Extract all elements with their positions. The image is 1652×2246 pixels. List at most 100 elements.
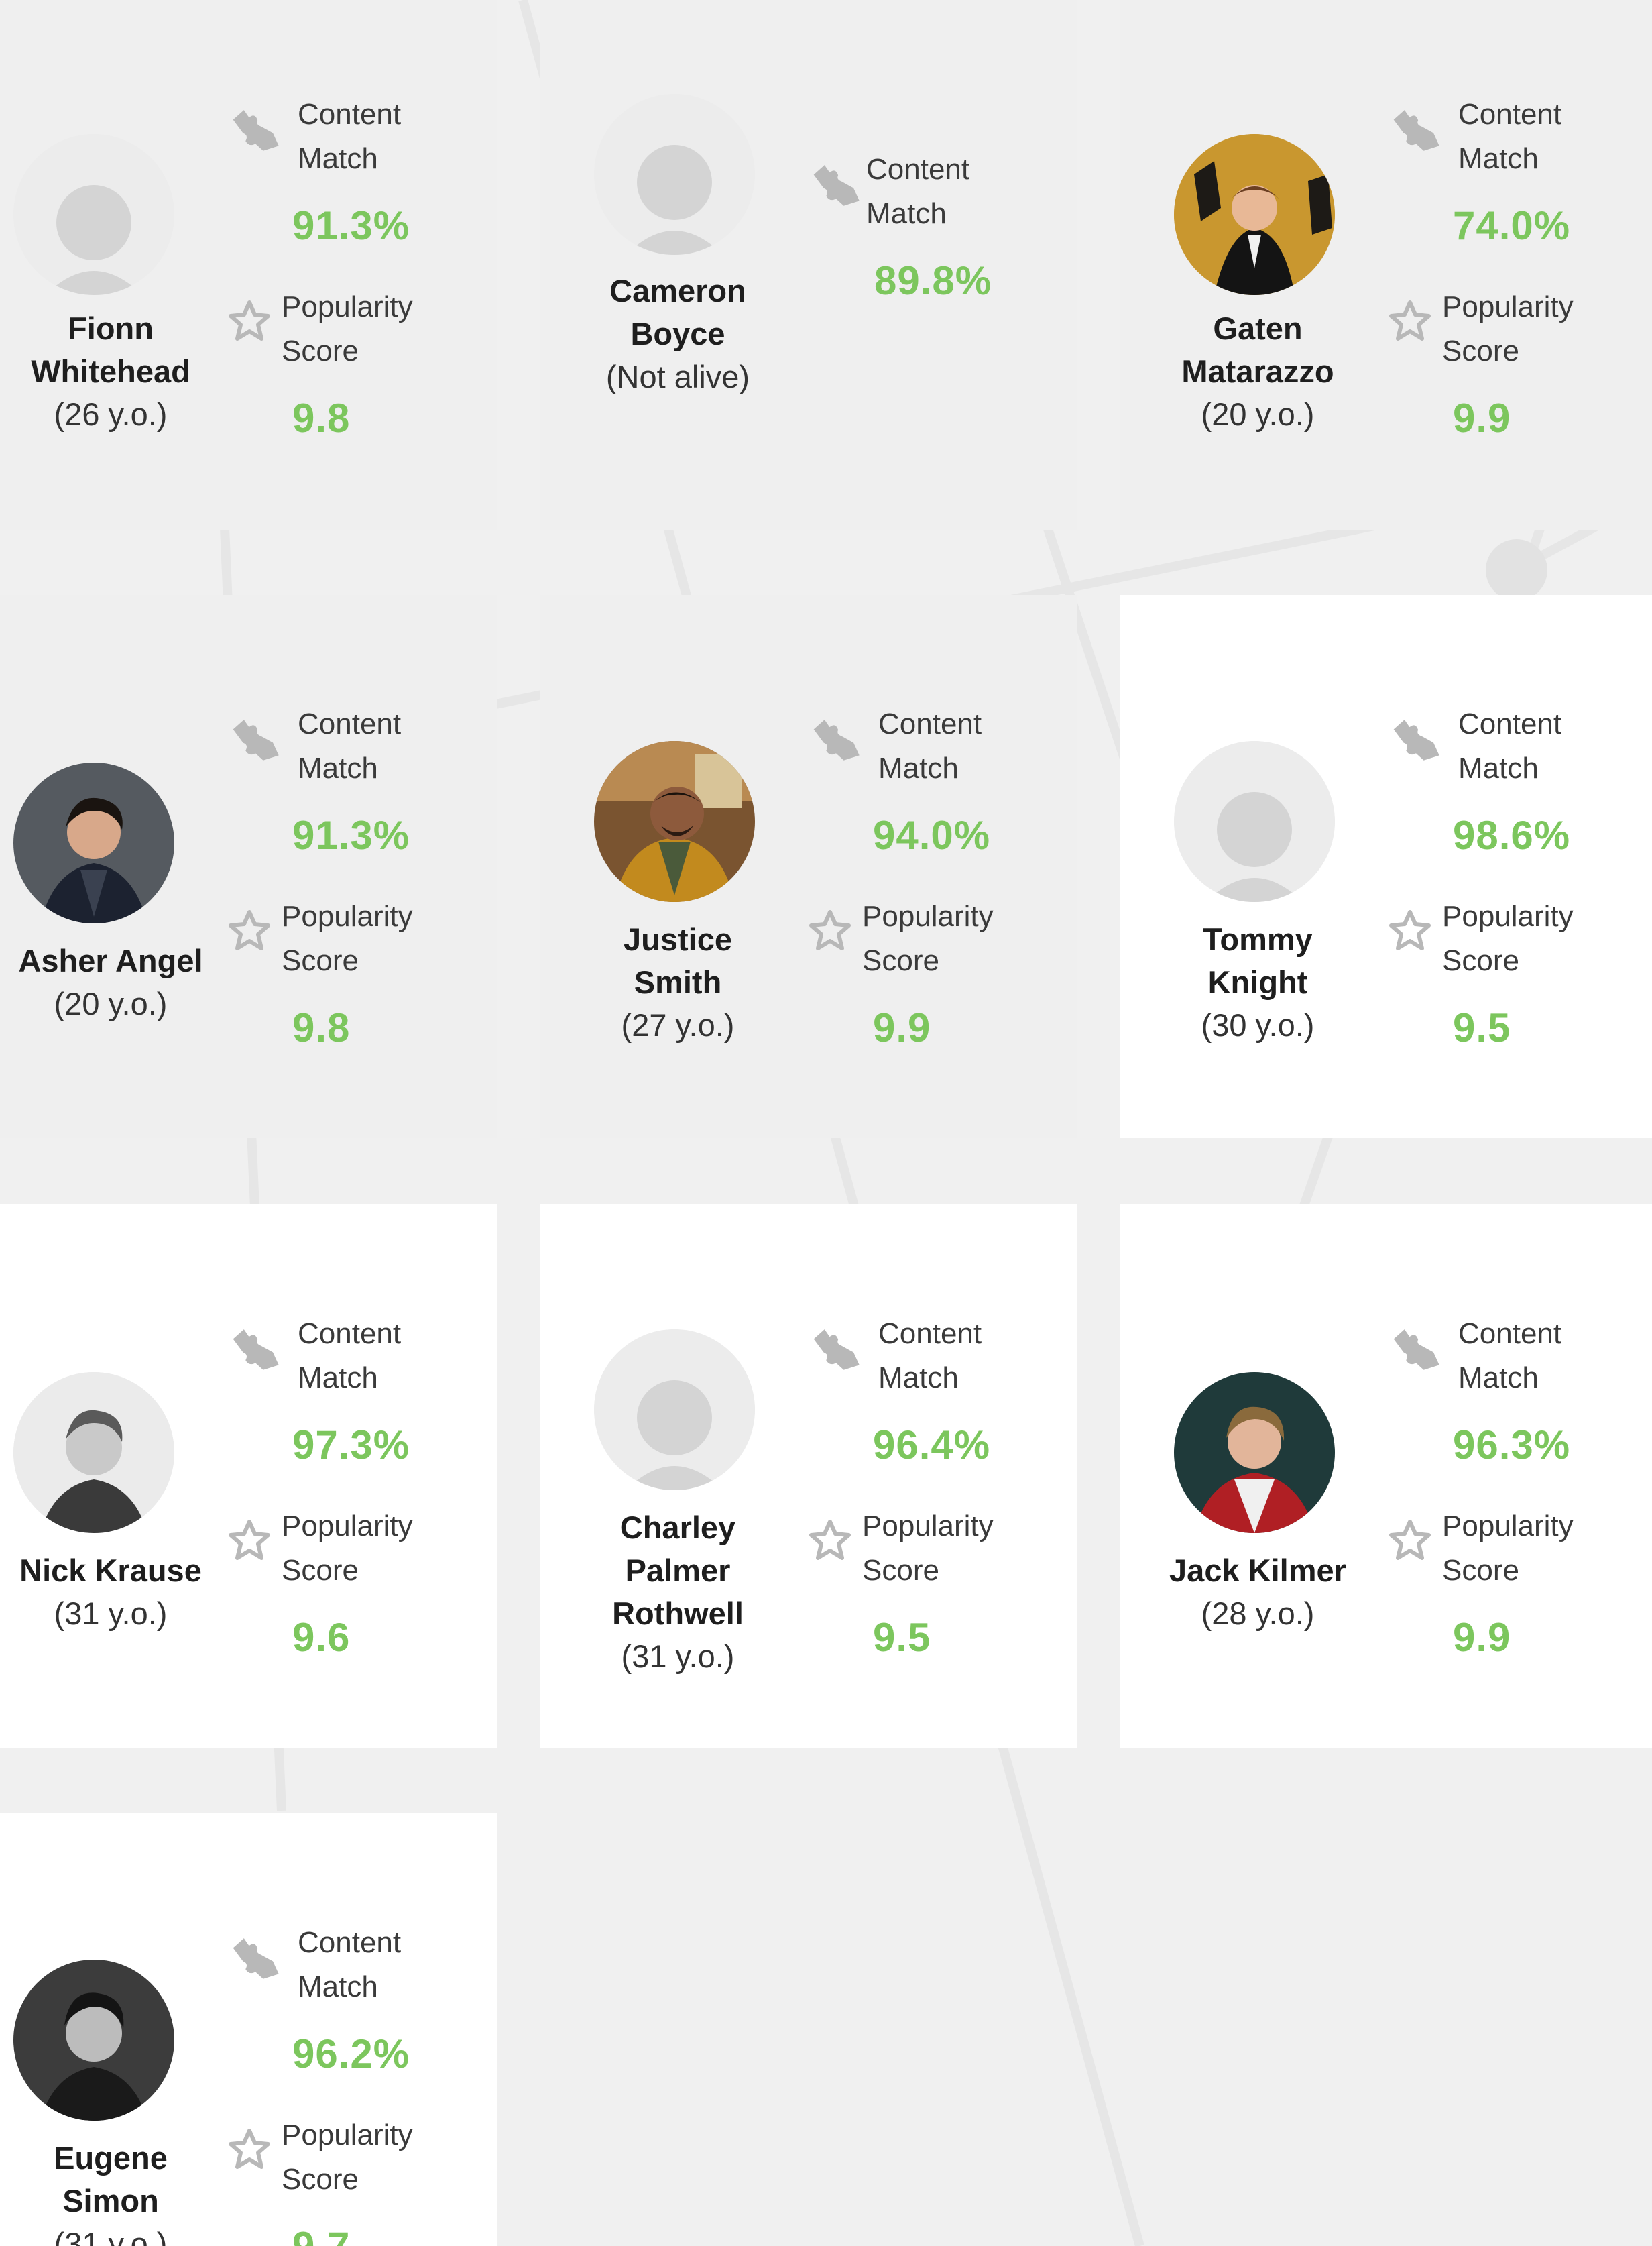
actor-age: (30 y.o.) — [1201, 1007, 1315, 1043]
actor-card[interactable]: Gaten Matarazzo (20 y.o.) Content Match 7… — [1120, 0, 1652, 530]
actor-name[interactable]: Fionn — [0, 307, 221, 350]
content-match-value: 96.2% — [292, 2031, 410, 2076]
metric-label: Match — [1458, 1361, 1539, 1394]
actor-name[interactable]: Nick Krause — [0, 1549, 221, 1592]
actor-name[interactable]: Boyce — [560, 313, 795, 355]
actor-card[interactable]: Tommy Knight (30 y.o.) Content Match 98.6… — [1120, 595, 1652, 1138]
popularity-value: 9.6 — [292, 1615, 351, 1660]
actor-age: (27 y.o.) — [621, 1007, 735, 1043]
puzzle-piece-icon — [1393, 720, 1439, 761]
star-badge-icon — [229, 2129, 270, 2169]
actor-info: Tommy Knight (30 y.o.) — [1147, 918, 1368, 1047]
content-match-value: 91.3% — [292, 813, 410, 858]
popularity-value: 9.7 — [292, 2223, 350, 2246]
actor-card[interactable]: Jack Kilmer (28 y.o.) Content Match 96.3%… — [1120, 1204, 1652, 1748]
actor-card[interactable]: Asher Angel (20 y.o.) Content Match 91.3%… — [0, 595, 497, 1138]
star-badge-icon — [1389, 300, 1431, 341]
puzzle-piece-icon — [813, 720, 860, 761]
metric-label: Content — [878, 1317, 982, 1350]
actor-photo — [1174, 1372, 1335, 1533]
actor-name[interactable]: Rothwell — [560, 1592, 795, 1635]
content-match-value: 96.4% — [873, 1422, 991, 1467]
actor-info: Asher Angel (20 y.o.) — [0, 940, 221, 1025]
star-badge-icon — [809, 1520, 851, 1560]
actor-name[interactable]: Cameron — [560, 270, 795, 313]
actor-name[interactable]: Justice — [560, 918, 795, 961]
actor-name[interactable]: Asher Angel — [0, 940, 221, 982]
popularity-value: 9.5 — [873, 1615, 931, 1660]
placeholder-avatar — [13, 134, 174, 295]
content-match-value: 97.3% — [292, 1422, 410, 1467]
actor-photo — [13, 763, 174, 923]
content-match-value: 94.0% — [873, 813, 991, 858]
popularity-value: 9.5 — [1453, 1005, 1511, 1050]
puzzle-piece-icon — [813, 165, 860, 206]
actor-name[interactable]: Jack Kilmer — [1147, 1549, 1368, 1592]
actor-age: (20 y.o.) — [54, 986, 168, 1021]
metric-label: Content — [298, 98, 402, 131]
actor-age: (31 y.o.) — [54, 1595, 168, 1631]
actor-name[interactable]: Palmer — [560, 1549, 795, 1592]
actor-card[interactable]: Justice Smith (27 y.o.) Content Match 94.… — [540, 595, 1077, 1138]
actor-name[interactable]: Eugene — [0, 2137, 221, 2180]
actor-card[interactable]: Fionn Whitehead (26 y.o.) Content Match 9… — [0, 0, 497, 530]
actor-age: (28 y.o.) — [1201, 1595, 1315, 1631]
metric-label: Match — [298, 1361, 378, 1394]
metric-label: Score — [1442, 944, 1519, 977]
actor-name[interactable]: Knight — [1147, 961, 1368, 1004]
metric-label: Content — [298, 708, 402, 740]
metric-label: Popularity — [1442, 1510, 1574, 1542]
actor-name[interactable]: Matarazzo — [1147, 350, 1368, 393]
actor-name[interactable]: Simon — [0, 2180, 221, 2223]
metric-label: Match — [878, 1361, 959, 1394]
popularity-value: 9.8 — [292, 396, 351, 441]
metric-label: Popularity — [282, 1510, 413, 1542]
actor-info: Eugene Simon (31 y.o.) — [0, 2137, 221, 2246]
metric-label: Popularity — [282, 900, 413, 933]
content-match-value: 74.0% — [1453, 203, 1571, 248]
actor-name[interactable]: Charley — [560, 1506, 795, 1549]
placeholder-avatar — [1174, 741, 1335, 902]
puzzle-piece-icon — [233, 1938, 279, 1979]
actor-name[interactable]: Tommy — [1147, 918, 1368, 961]
star-badge-icon — [809, 910, 851, 950]
metric-label: Popularity — [1442, 900, 1574, 933]
actor-photo — [594, 741, 755, 902]
metric-label: Score — [282, 1554, 359, 1587]
content-match-value: 89.8% — [874, 258, 992, 303]
actor-age: (31 y.o.) — [621, 1638, 735, 1674]
star-badge-icon — [229, 300, 270, 341]
popularity-value: 9.9 — [1453, 1615, 1511, 1660]
actor-name[interactable]: Whitehead — [0, 350, 221, 393]
actor-info: Nick Krause (31 y.o.) — [0, 1549, 221, 1635]
content-match-value: 98.6% — [1453, 813, 1571, 858]
metric-label: Match — [1458, 142, 1539, 175]
puzzle-piece-icon — [233, 720, 279, 761]
puzzle-piece-icon — [233, 110, 279, 151]
puzzle-piece-icon — [1393, 1329, 1439, 1370]
metric-label: Content — [878, 708, 982, 740]
metric-label: Popularity — [862, 1510, 994, 1542]
actor-card[interactable]: Charley Palmer Rothwell (31 y.o.) Conten… — [540, 1204, 1077, 1748]
placeholder-avatar — [594, 94, 755, 255]
actor-card[interactable]: Cameron Boyce (Not alive) Content Match 8… — [540, 0, 1077, 530]
popularity-value: 9.8 — [292, 1005, 351, 1050]
metric-label: Score — [282, 944, 359, 977]
actor-name[interactable]: Gaten — [1147, 307, 1368, 350]
metric-label: Popularity — [282, 2119, 413, 2151]
metric-label: Match — [298, 1970, 378, 2003]
metric-label: Content — [1458, 98, 1562, 131]
metric-label: Content — [298, 1317, 402, 1350]
actor-info: Justice Smith (27 y.o.) — [560, 918, 795, 1047]
actor-info: Fionn Whitehead (26 y.o.) — [0, 307, 221, 436]
popularity-value: 9.9 — [1453, 396, 1511, 441]
actor-card[interactable]: Eugene Simon (31 y.o.) Content Match 96.2… — [0, 1813, 497, 2246]
star-badge-icon — [1389, 1520, 1431, 1560]
metric-label: Score — [1442, 1554, 1519, 1587]
actor-card[interactable]: Nick Krause (31 y.o.) Content Match 97.3%… — [0, 1204, 497, 1748]
metric-label: Popularity — [1442, 290, 1574, 323]
actor-age: (Not alive) — [605, 359, 750, 394]
actor-name[interactable]: Smith — [560, 961, 795, 1004]
metric-label: Content — [298, 1926, 402, 1959]
actor-age: (20 y.o.) — [1201, 396, 1315, 432]
